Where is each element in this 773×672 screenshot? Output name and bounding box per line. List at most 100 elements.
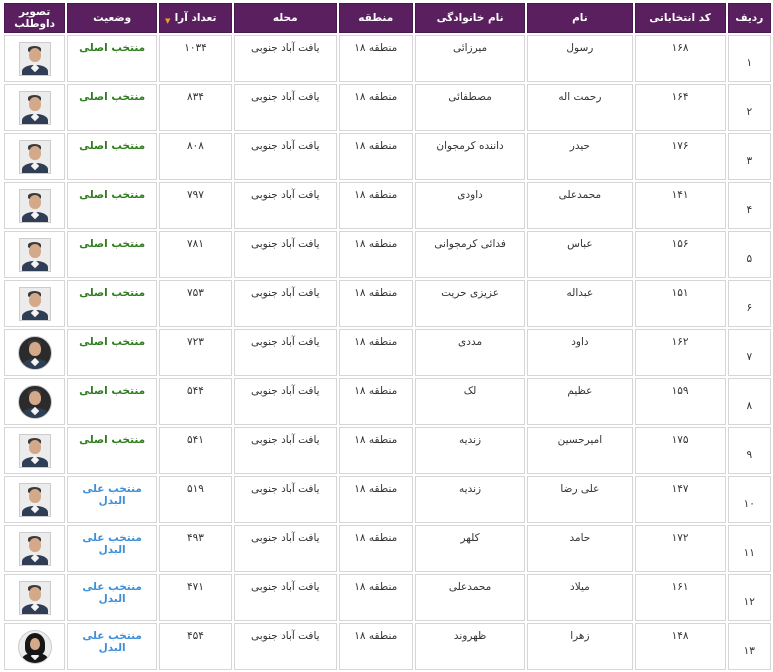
candidate-photo-icon[interactable] — [18, 139, 51, 174]
status-badge: منتخب اصلی — [79, 140, 146, 152]
candidate-photo-icon[interactable] — [17, 335, 52, 370]
photo-head-shape — [28, 586, 41, 601]
cell-photo — [4, 329, 66, 376]
cell-votes: ۸۰۸ — [159, 133, 232, 180]
cell-last-name: ظهروند — [414, 623, 526, 670]
cell-first-name: داود — [527, 329, 633, 376]
cell-last-name: کلهر — [414, 525, 526, 572]
cell-first-name: عباس — [527, 231, 633, 278]
candidate-photo-icon[interactable] — [18, 188, 51, 223]
cell-region: منطقه ۱۸ — [338, 623, 413, 670]
table-row: ۶ ۱۵۱ عبداله عزیزی حریت منطقه ۱۸ یافت آباد جن… — [4, 280, 771, 327]
candidate-photo-icon[interactable] — [17, 384, 52, 419]
candidate-photo-icon[interactable] — [18, 433, 51, 468]
cell-region: منطقه ۱۸ — [338, 84, 413, 131]
cell-votes: ۸۳۴ — [159, 84, 232, 131]
cell-first-name: رسول — [527, 35, 633, 82]
cell-status: منتخب علی البدل — [67, 476, 158, 523]
cell-row-number: ۵ — [727, 231, 771, 278]
header-votes[interactable]: تعداد آرا ▼ — [159, 3, 232, 33]
cell-row-number: ۱۱ — [727, 525, 771, 572]
candidate-photo-icon[interactable] — [18, 286, 51, 321]
cell-region: منطقه ۱۸ — [338, 525, 413, 572]
photo-head-shape — [28, 47, 41, 62]
candidate-photo-icon[interactable] — [18, 531, 51, 566]
cell-row-number: ۶ — [727, 280, 771, 327]
table-row: ۵ ۱۵۶ عباس فدائی کرمجوانی منطقه ۱۸ یافت آباد … — [4, 231, 771, 278]
candidate-photo-icon[interactable] — [17, 629, 52, 664]
cell-photo — [4, 476, 66, 523]
cell-region: منطقه ۱۸ — [338, 574, 413, 621]
cell-votes: ۴۹۳ — [159, 525, 232, 572]
cell-photo — [4, 427, 66, 474]
cell-photo — [4, 623, 66, 670]
table-header-row: ردیف کد انتخاباتی نام نام خانوادگی منطقه… — [4, 3, 771, 33]
status-badge: منتخب علی البدل — [82, 630, 142, 654]
table-body: ۱ ۱۶۸ رسول میرزائی منطقه ۱۸ یافت آباد جنوبی ۱۰… — [4, 35, 771, 670]
cell-neighborhood: یافت آباد جنوبی — [233, 427, 337, 474]
cell-votes: ۷۵۳ — [159, 280, 232, 327]
photo-head-shape — [28, 341, 41, 356]
photo-head-shape — [28, 243, 41, 258]
photo-head-shape — [28, 537, 41, 552]
cell-row-number: ۴ — [727, 182, 771, 229]
cell-neighborhood: یافت آباد جنوبی — [233, 182, 337, 229]
photo-head-shape — [29, 637, 40, 650]
cell-first-name: حیدر — [527, 133, 633, 180]
cell-status: منتخب اصلی — [67, 84, 158, 131]
photo-head-shape — [28, 194, 41, 209]
cell-photo — [4, 35, 66, 82]
header-neighborhood[interactable]: محله — [233, 3, 337, 33]
cell-photo — [4, 574, 66, 621]
header-region[interactable]: منطقه — [338, 3, 413, 33]
table-row: ۱۲ ۱۶۱ میلاد محمدعلی منطقه ۱۸ یافت آباد جنوبی… — [4, 574, 771, 621]
cell-first-name: امیرحسین — [527, 427, 633, 474]
cell-last-name: داودی — [414, 182, 526, 229]
header-first-name[interactable]: نام — [527, 3, 633, 33]
results-page: ردیف کد انتخاباتی نام نام خانوادگی منطقه… — [0, 0, 773, 670]
candidate-photo-icon[interactable] — [18, 580, 51, 615]
cell-status: منتخب علی البدل — [67, 525, 158, 572]
table-row: ۱۳ ۱۴۸ زهرا ظهروند منطقه ۱۸ یافت آباد جنوبی ۴۵… — [4, 623, 771, 670]
cell-neighborhood: یافت آباد جنوبی — [233, 231, 337, 278]
cell-votes: ۷۸۱ — [159, 231, 232, 278]
table-row: ۱۱ ۱۷۲ حامد کلهر منطقه ۱۸ یافت آباد جنوبی ۴۹۳ م… — [4, 525, 771, 572]
cell-last-name: فدائی کرمجوانی — [414, 231, 526, 278]
candidate-photo-icon[interactable] — [18, 237, 51, 272]
cell-row-number: ۸ — [727, 378, 771, 425]
candidate-photo-icon[interactable] — [18, 90, 51, 125]
cell-row-number: ۷ — [727, 329, 771, 376]
cell-photo — [4, 525, 66, 572]
status-badge: منتخب اصلی — [79, 238, 146, 250]
cell-election-code: ۱۶۴ — [634, 84, 726, 131]
header-photo[interactable]: تصویر داوطلب — [4, 3, 66, 33]
header-status[interactable]: وضعیت — [67, 3, 158, 33]
header-row-number[interactable]: ردیف — [727, 3, 771, 33]
cell-votes: ۴۵۴ — [159, 623, 232, 670]
header-election-code[interactable]: کد انتخاباتی — [634, 3, 726, 33]
cell-neighborhood: یافت آباد جنوبی — [233, 574, 337, 621]
cell-neighborhood: یافت آباد جنوبی — [233, 35, 337, 82]
header-last-name[interactable]: نام خانوادگی — [414, 3, 526, 33]
cell-status: منتخب اصلی — [67, 329, 158, 376]
cell-votes: ۷۲۳ — [159, 329, 232, 376]
photo-head-shape — [28, 96, 41, 111]
table-row: ۸ ۱۵۹ عظیم لک منطقه ۱۸ یافت آباد جنوبی ۵۴۴ منتخ… — [4, 378, 771, 425]
cell-election-code: ۱۴۸ — [634, 623, 726, 670]
cell-last-name: محمدعلی — [414, 574, 526, 621]
cell-first-name: محمدعلی — [527, 182, 633, 229]
cell-votes: ۱۰۳۴ — [159, 35, 232, 82]
status-badge: منتخب اصلی — [79, 287, 146, 299]
cell-region: منطقه ۱۸ — [338, 35, 413, 82]
status-badge: منتخب علی البدل — [82, 532, 142, 556]
cell-election-code: ۱۶۱ — [634, 574, 726, 621]
cell-photo — [4, 84, 66, 131]
cell-votes: ۵۴۱ — [159, 427, 232, 474]
cell-photo — [4, 280, 66, 327]
cell-first-name: حامد — [527, 525, 633, 572]
candidate-photo-icon[interactable] — [18, 41, 51, 76]
candidate-photo-icon[interactable] — [18, 482, 51, 517]
cell-neighborhood: یافت آباد جنوبی — [233, 476, 337, 523]
cell-first-name: علی رضا — [527, 476, 633, 523]
cell-election-code: ۱۷۵ — [634, 427, 726, 474]
